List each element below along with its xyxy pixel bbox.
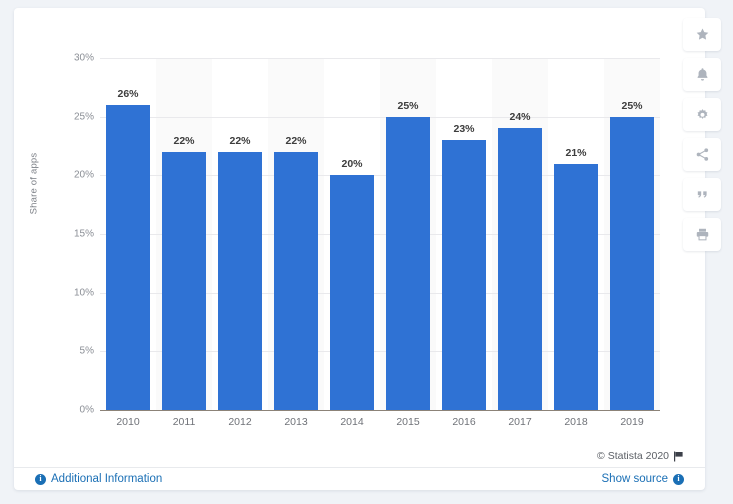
bar-value-label: 25% [621, 99, 643, 112]
bar-value-label: 23% [453, 123, 475, 136]
quote-icon [695, 187, 710, 202]
copyright-text: © Statista 2020 [597, 450, 669, 462]
bar[interactable] [274, 151, 318, 410]
bar-value-label: 20% [341, 158, 363, 171]
bar[interactable] [498, 128, 542, 410]
share-icon [695, 147, 710, 162]
gridline [100, 58, 660, 59]
info-icon: i [673, 473, 684, 485]
bar[interactable] [554, 163, 598, 410]
show-source-label: Show source [601, 473, 668, 485]
y-axis-tick-label: 30% [73, 52, 94, 64]
print-button[interactable] [683, 218, 721, 251]
additional-information-label: Additional Information [51, 473, 163, 485]
bar[interactable] [610, 116, 654, 410]
x-axis-tick-label: 2017 [508, 416, 532, 428]
settings-button[interactable] [683, 98, 721, 131]
flag-icon [673, 451, 684, 462]
y-axis-tick-label: 20% [73, 169, 94, 181]
bar-chart-plot: Share of apps 0% 5% 10% 15% 20% 25% 30% 26% 22%… [14, 8, 705, 433]
action-rail [683, 18, 725, 251]
y-axis-tick-label: 5% [79, 345, 94, 357]
additional-information-link[interactable]: i Additional Information [35, 473, 162, 485]
x-axis-tick-label: 2019 [620, 416, 644, 428]
bar-value-label: 24% [509, 111, 531, 124]
bar[interactable] [218, 151, 262, 410]
bar[interactable] [442, 140, 486, 410]
star-icon [695, 27, 710, 42]
card-footer: i Additional Information Show source i [14, 467, 705, 491]
y-axis-title: Share of apps [28, 152, 40, 215]
y-axis-tick-label: 15% [73, 228, 94, 240]
bar-value-label: 22% [173, 134, 195, 147]
x-axis-tick-label: 2015 [396, 416, 420, 428]
favorite-button[interactable] [683, 18, 721, 51]
print-icon [695, 227, 710, 242]
alerts-button[interactable] [683, 58, 721, 91]
bar-value-label: 22% [285, 134, 307, 147]
y-axis-tick-label: 0% [79, 404, 94, 416]
x-axis-tick-label: 2014 [340, 416, 364, 428]
bar[interactable] [162, 151, 206, 410]
cite-button[interactable] [683, 178, 721, 211]
axis-baseline [100, 410, 660, 411]
bar[interactable] [106, 104, 150, 410]
x-axis-tick-label: 2011 [172, 416, 196, 428]
info-icon: i [35, 473, 46, 485]
x-axis-tick-label: 2013 [284, 416, 308, 428]
bar[interactable] [386, 116, 430, 410]
bar-value-label: 21% [565, 146, 587, 159]
bar[interactable] [330, 175, 374, 410]
x-axis-tick-label: 2010 [116, 416, 140, 428]
chart-card: Share of apps 0% 5% 10% 15% 20% 25% 30% 26% 22%… [14, 8, 705, 490]
copyright-notice: © Statista 2020 [597, 450, 684, 462]
bar-value-label: 22% [229, 134, 251, 147]
y-axis-tick-label: 10% [73, 287, 94, 299]
bar-value-label: 26% [117, 87, 139, 100]
bell-icon [695, 67, 710, 82]
show-source-link[interactable]: Show source i [602, 473, 684, 485]
bar-value-label: 25% [397, 99, 419, 112]
y-axis-tick-label: 25% [73, 111, 94, 123]
x-axis-tick-label: 2016 [452, 416, 476, 428]
share-button[interactable] [683, 138, 721, 171]
gear-icon [695, 107, 710, 122]
x-axis-tick-label: 2012 [228, 416, 252, 428]
gridline [100, 116, 660, 118]
x-axis-tick-label: 2018 [564, 416, 588, 428]
